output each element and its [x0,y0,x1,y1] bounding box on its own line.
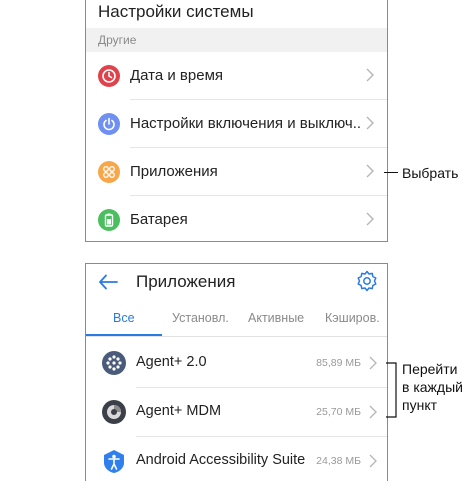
tab-all[interactable]: Все [113,311,135,325]
chevron-right-icon [366,116,374,130]
settings-panel: Настройки системы Другие Дата и время На… [85,0,388,242]
chevron-right-icon [369,356,377,370]
app-name: Android Accessibility Suite [136,452,306,468]
agent-icon [102,351,126,375]
settings-item-label: Дата и время [130,67,224,84]
annotation-go-each: Перейти в каждый пункт [402,360,463,414]
settings-item-date-time[interactable]: Дата и время [86,52,387,100]
back-arrow-icon[interactable] [96,270,120,294]
settings-item-label: Приложения [130,163,218,180]
app-name: Agent+ MDM [136,403,222,419]
chevron-right-icon [369,405,377,419]
app-name: Agent+ 2.0 [136,354,207,370]
settings-item-applications[interactable]: Приложения [86,148,387,196]
annotation-bracket [386,362,397,418]
annotation-select: Выбрать [402,165,459,181]
chevron-right-icon [366,68,374,82]
apps-icon [98,161,120,183]
chevron-right-icon [369,454,377,468]
battery-icon [98,209,120,231]
chevron-right-icon [366,212,374,226]
applications-panel: Приложения Все Установл. Активные Кэширо… [85,263,388,481]
tab-active[interactable]: Активные [248,311,304,325]
app-item[interactable]: Android Accessibility Suite 24,38 МБ [86,437,387,481]
settings-item-power[interactable]: Настройки включения и выключ.. [86,100,387,148]
annotation-line-1: Перейти [402,361,458,377]
app-size: 85,89 МБ [316,357,361,369]
gear-icon[interactable] [354,268,380,294]
active-tab-indicator [86,334,162,336]
section-header: Другие [86,28,387,52]
tab-installed[interactable]: Установл. [172,311,229,325]
section-label: Другие [98,33,137,47]
accessibility-icon [104,450,124,473]
settings-item-label: Настройки включения и выключ.. [130,115,362,132]
page-title: Настройки системы [98,2,254,21]
clock-icon [98,65,120,87]
power-icon [98,113,120,135]
settings-item-battery[interactable]: Батарея [86,196,387,241]
tabs-divider [86,336,387,337]
chevron-right-icon [366,164,374,178]
settings-item-label: Батарея [130,211,188,228]
agent-mdm-icon [102,400,126,424]
app-size: 24,38 МБ [316,455,361,467]
app-item[interactable]: Agent+ MDM 25,70 МБ [86,388,387,437]
tab-cached[interactable]: Кэширов. [325,311,380,325]
annotation-line [384,172,398,173]
page-title: Приложения [136,272,236,291]
app-size: 25,70 МБ [316,406,361,418]
annotation-line-3: пункт [402,397,438,413]
annotation-line-2: в каждый [402,379,463,395]
app-item[interactable]: Agent+ 2.0 85,89 МБ [86,339,387,388]
